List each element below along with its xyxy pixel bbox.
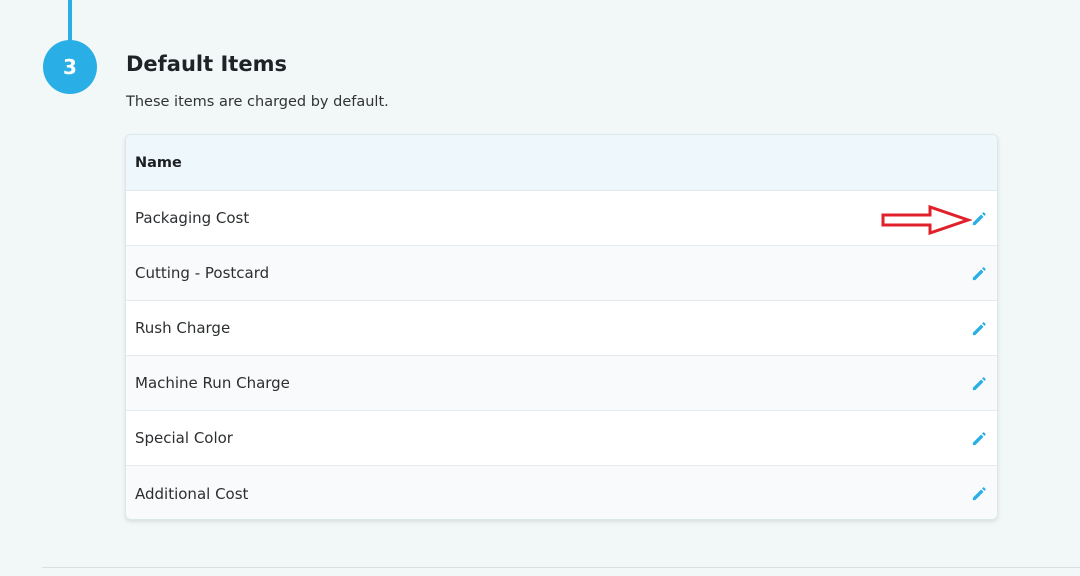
pencil-icon[interactable] [969, 428, 989, 448]
column-header-name: Name [135, 154, 182, 171]
pencil-icon[interactable] [969, 263, 989, 283]
table-row: Cutting - Postcard [126, 246, 997, 301]
item-name: Rush Charge [135, 319, 231, 337]
item-name: Special Color [135, 429, 233, 447]
pencil-icon[interactable] [969, 318, 989, 338]
pencil-icon[interactable] [969, 208, 989, 228]
section-title: Default Items [126, 52, 287, 76]
step-number-badge: 3 [43, 40, 97, 94]
table-row: Rush Charge [126, 301, 997, 356]
table-row: Packaging Cost [126, 191, 997, 246]
table-header: Name [126, 135, 997, 191]
table-row: Machine Run Charge [126, 356, 997, 411]
table-row: Additional Cost [126, 466, 997, 519]
item-name: Packaging Cost [135, 209, 250, 227]
item-name: Machine Run Charge [135, 374, 290, 392]
pencil-icon[interactable] [969, 373, 989, 393]
annotation-arrow-icon [881, 204, 972, 236]
item-name: Cutting - Postcard [135, 264, 270, 282]
pencil-icon[interactable] [969, 484, 989, 504]
default-items-table: Name Packaging Cost Cutting - Postcard R… [125, 134, 998, 520]
table-row: Special Color [126, 411, 997, 466]
item-name: Additional Cost [135, 484, 249, 503]
step-number: 3 [63, 55, 77, 79]
step-connector-line [68, 0, 72, 44]
section-subtitle: These items are charged by default. [126, 94, 389, 110]
section-divider [42, 567, 1080, 568]
